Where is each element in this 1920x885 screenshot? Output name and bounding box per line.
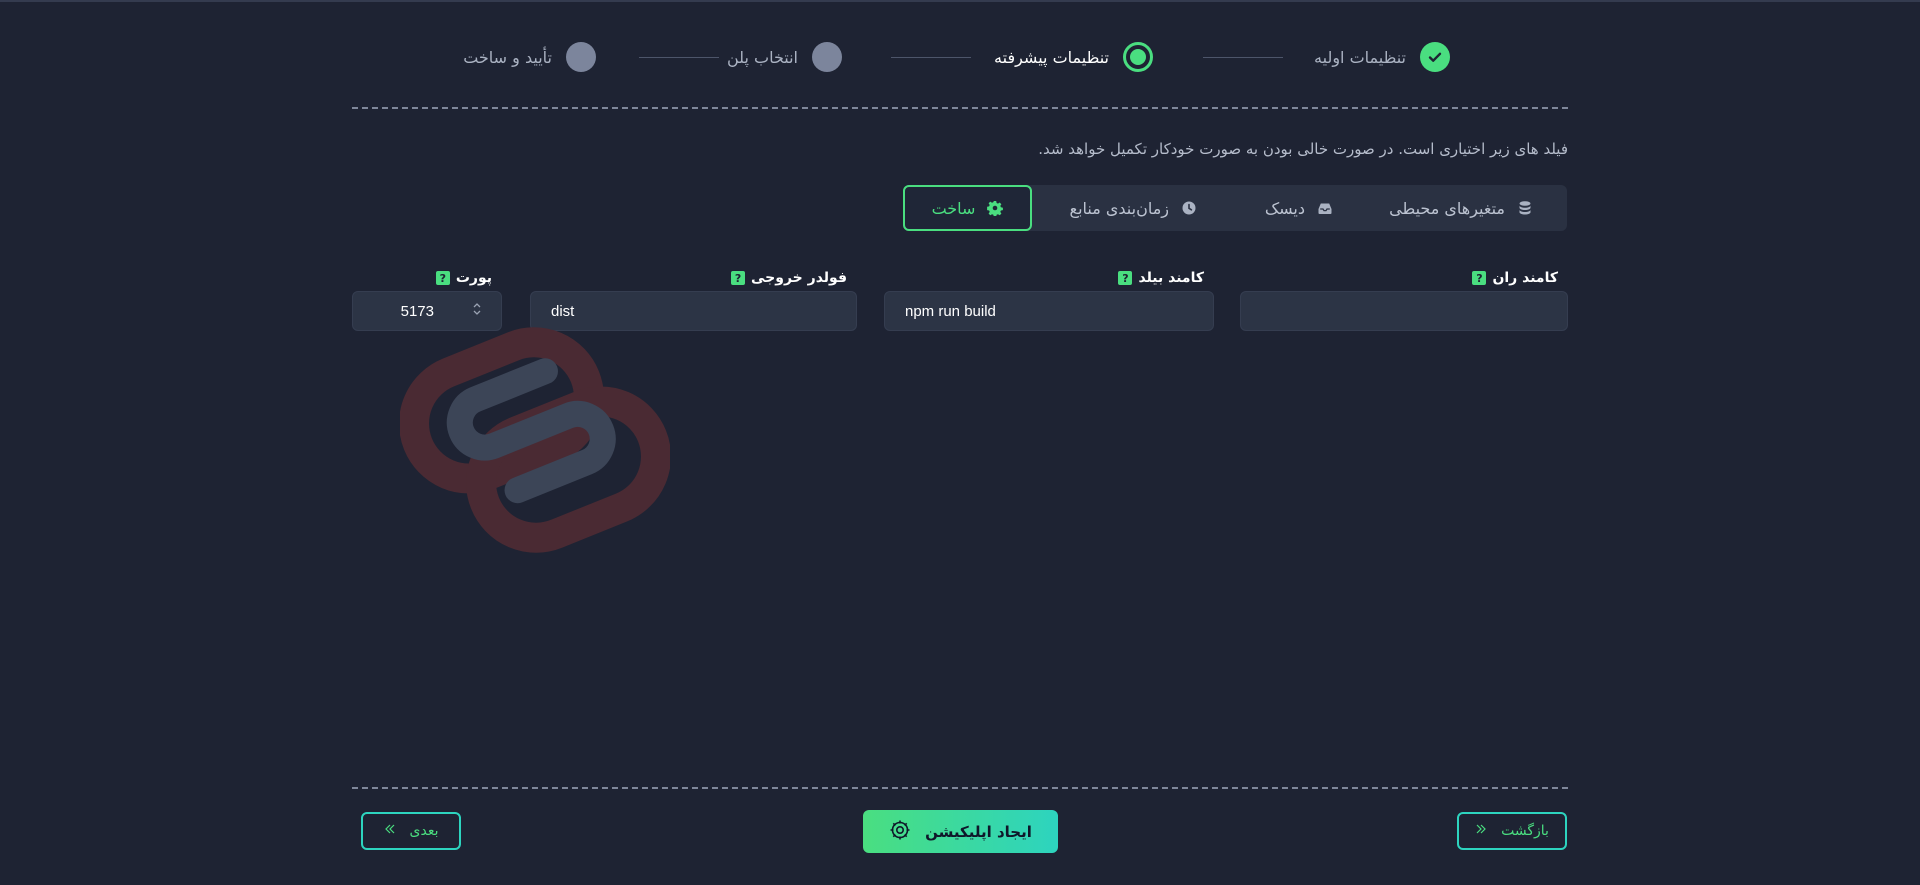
svelte-logo-watermark: [399, 325, 671, 555]
tab-disk[interactable]: دیسک: [1265, 185, 1333, 231]
step-connector: [891, 57, 971, 58]
tab-label: زمان‌بندی منابع: [1069, 198, 1169, 218]
next-button[interactable]: بعدی: [361, 812, 461, 850]
step-advanced-settings[interactable]: تنظیمات پیشرفته: [994, 40, 1153, 74]
pending-step-icon: [566, 42, 596, 72]
optional-fields-hint: فیلد های زیر اختیاری است. در صورت خالی ب…: [1038, 140, 1568, 158]
tab-label: متغیرهای محیطی: [1389, 198, 1505, 218]
top-border: [0, 0, 1920, 2]
step-label: انتخاب پلن: [726, 47, 798, 67]
create-application-button[interactable]: ایجاد اپلیکیشن: [863, 810, 1058, 853]
help-icon[interactable]: ?: [435, 271, 450, 285]
build-command-input[interactable]: npm run build: [884, 291, 1214, 331]
number-stepper-icon[interactable]: [472, 301, 482, 317]
footer-divider: [352, 787, 1568, 789]
step-confirm-build[interactable]: تأیید و ساخت: [463, 40, 596, 74]
back-button[interactable]: بازگشت: [1457, 812, 1567, 850]
run-command-input[interactable]: [1240, 291, 1568, 331]
create-label: ایجاد اپلیکیشن: [925, 822, 1032, 841]
tab-build[interactable]: ساخت: [903, 185, 1032, 231]
back-label: بازگشت: [1501, 823, 1549, 839]
build-command-label: کامند بیلد: [1138, 270, 1204, 286]
double-chevron-left-icon: [384, 823, 396, 839]
help-icon[interactable]: ?: [1472, 271, 1487, 285]
help-icon[interactable]: ?: [1118, 271, 1133, 285]
step-label: تنظیمات پیشرفته: [994, 47, 1109, 67]
gear-icon: [889, 819, 911, 845]
check-icon: [1420, 42, 1450, 72]
clock-icon: [1181, 200, 1197, 216]
divider: [352, 107, 1568, 109]
active-step-icon: [1123, 42, 1153, 72]
tab-environment-variables[interactable]: متغیرهای محیطی: [1389, 185, 1533, 231]
help-icon[interactable]: ?: [731, 271, 746, 285]
step-connector: [639, 57, 719, 58]
run-command-label: کامند ران: [1492, 270, 1558, 286]
settings-tabs: متغیرهای محیطی دیسک زمان‌بندی منابع ساخت: [903, 185, 1567, 231]
next-label: بعدی: [409, 823, 439, 839]
inbox-icon: [1317, 200, 1333, 216]
port-label: پورت: [455, 270, 492, 286]
step-plan-selection[interactable]: انتخاب پلن: [727, 40, 842, 74]
double-chevron-right-icon: [1475, 823, 1487, 839]
step-label: تنظیمات اولیه: [1314, 47, 1406, 67]
tab-label: ساخت: [931, 198, 976, 218]
step-connector: [1203, 57, 1283, 58]
wizard-stepper: تنظیمات اولیه تنظیمات پیشرفته انتخاب پلن…: [463, 40, 1450, 74]
step-basic-settings[interactable]: تنظیمات اولیه: [1314, 40, 1450, 74]
tab-resource-scheduling[interactable]: زمان‌بندی منابع: [1070, 185, 1197, 231]
step-label: تأیید و ساخت: [463, 47, 552, 67]
tab-label: دیسک: [1264, 198, 1305, 218]
output-folder-label: فولدر خروجی: [751, 270, 847, 286]
database-icon: [1517, 200, 1533, 216]
pending-step-icon: [812, 42, 842, 72]
gear-icon: [987, 200, 1004, 217]
